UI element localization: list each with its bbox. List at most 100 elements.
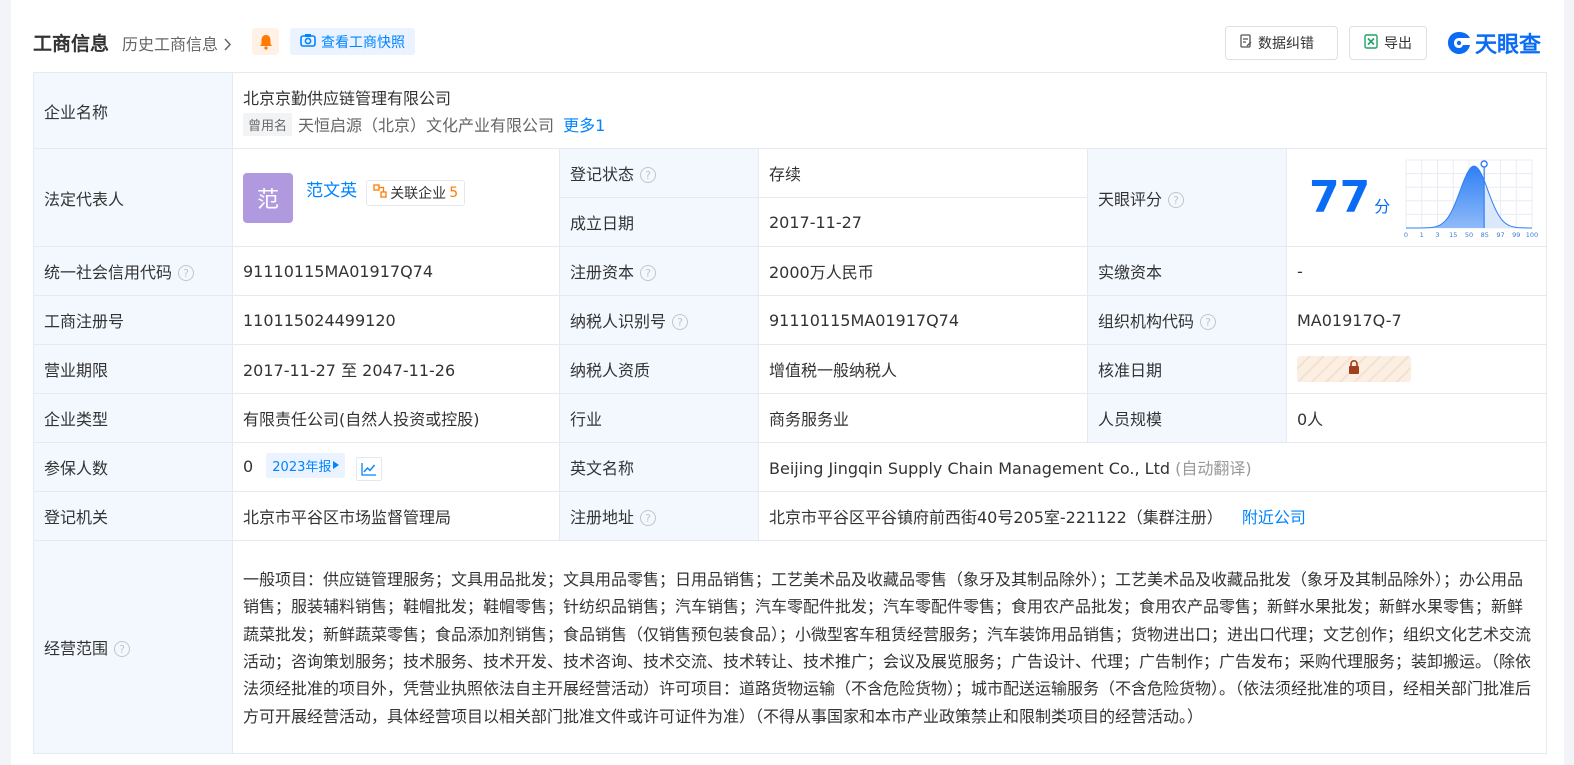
taxpayer-id-label-cell: 纳税人识别号?	[559, 295, 759, 345]
chart-score-point	[1480, 159, 1488, 168]
insured-cell: 0 2023年报	[232, 442, 560, 492]
trend-chart-icon[interactable]	[356, 457, 383, 481]
english-name-label: 英文名称	[559, 442, 759, 492]
score-distribution-chart: 0 1 3 15 50 85 97 99 100	[1404, 159, 1538, 239]
avatar[interactable]: 范	[243, 172, 293, 223]
credit-code-value: 91110115MA01917Q74	[232, 246, 560, 296]
insured-value: 0	[243, 457, 254, 476]
chart-tick-label: 0	[1404, 231, 1408, 239]
triangle-right-icon	[331, 458, 340, 473]
status-value: 存续	[758, 148, 1088, 198]
view-snapshot-button[interactable]: 查看工商快照	[290, 28, 415, 55]
related-companies-tag[interactable]: 关联企业 5	[366, 180, 466, 206]
relation-icon	[373, 184, 387, 202]
camera-icon	[300, 33, 316, 51]
table-row: 工商注册号 110115024499120 纳税人识别号? 91110115MA…	[33, 295, 1548, 345]
chart-tick-label: 50	[1465, 231, 1473, 239]
help-icon[interactable]: ?	[640, 167, 657, 183]
nearby-companies-link[interactable]: 附近公司	[1242, 508, 1306, 527]
auto-translate-note: (自动翻译)	[1175, 459, 1252, 478]
reg-number-label: 工商注册号	[33, 295, 233, 345]
taxpayer-id-value: 91110115MA01917Q74	[758, 295, 1088, 345]
company-name-cell: 北京京勤供应链管理有限公司 曾用名 天恒启源（北京）文化产业有限公司 更多1	[231, 72, 1548, 149]
table-row: 营业期限 2017-11-27 至 2047-11-26 纳税人资质 增值税一般…	[33, 344, 1548, 394]
score-unit: 分	[1374, 197, 1391, 216]
status-label-cell: 登记状态?	[559, 148, 759, 198]
help-icon[interactable]: ?	[1200, 314, 1217, 330]
scope-label-cell: 经营范围?	[33, 540, 233, 754]
help-icon[interactable]: ?	[1168, 191, 1185, 208]
former-name-tag: 曾用名	[243, 113, 293, 136]
help-icon[interactable]: ?	[672, 314, 689, 330]
taxpayer-id-label: 纳税人识别号	[570, 312, 667, 331]
reg-address-value: 北京市平谷区平谷镇府前西街40号205室-221122（集群注册）	[769, 508, 1223, 527]
reg-address-label: 注册地址	[570, 508, 635, 527]
org-code-label-cell: 组织机构代码?	[1087, 295, 1287, 345]
help-icon[interactable]: ?	[640, 510, 657, 526]
export-label: 导出	[1384, 36, 1412, 52]
org-code-value: MA01917Q-7	[1285, 295, 1548, 345]
chart-tick-label: 85	[1481, 231, 1489, 239]
history-info-link[interactable]: 历史工商信息	[122, 31, 232, 55]
bell-icon[interactable]	[252, 28, 279, 55]
score-label-cell: 天眼评分?	[1087, 148, 1287, 247]
right-scroll-rail[interactable]	[1564, 0, 1574, 765]
section-header: 工商信息 历史工商信息 查看工商快照 数据纠错 导出 天眼查	[33, 24, 1548, 64]
related-companies-label: 关联企业	[390, 186, 447, 202]
former-name-row: 曾用名 天恒启源（北京）文化产业有限公司 更多1	[243, 112, 1536, 136]
chart-tick-label: 1	[1420, 231, 1424, 239]
score-cell[interactable]: 77 分 0 1 3 15 50 85 97 99 100	[1285, 148, 1548, 247]
industry-label: 行业	[559, 393, 759, 443]
table-row: 登记机关 北京市平谷区市场监督管理局 注册地址? 北京市平谷区平谷镇府前西街40…	[33, 491, 1548, 541]
chart-tick-label: 3	[1435, 231, 1439, 239]
export-button[interactable]: 导出	[1349, 26, 1427, 60]
chart-area-score	[1406, 165, 1484, 228]
reg-address-label-cell: 注册地址?	[559, 491, 759, 541]
data-error-label: 数据纠错	[1258, 36, 1314, 52]
paid-capital-label: 实缴资本	[1087, 246, 1287, 296]
left-rail	[0, 0, 11, 765]
help-icon[interactable]: ?	[114, 641, 131, 657]
reg-capital-label-cell: 注册资本?	[559, 246, 759, 296]
business-info-table: 企业名称 北京京勤供应链管理有限公司 曾用名 天恒启源（北京）文化产业有限公司 更…	[33, 72, 1548, 754]
insured-label: 参保人数	[33, 442, 233, 492]
data-error-button[interactable]: 数据纠错	[1225, 26, 1338, 60]
chart-tick-label: 97	[1496, 231, 1504, 239]
legal-rep-name-link[interactable]: 范文英	[306, 181, 357, 201]
legal-rep-cell: 范 范文英 关联企业 5	[232, 148, 560, 247]
table-row: 参保人数 0 2023年报 英文名称 Beijing Jingqin Suppl…	[33, 442, 1548, 492]
paid-capital-value: -	[1285, 246, 1548, 296]
annual-report-label: 2023年报	[272, 460, 332, 475]
former-name: 天恒启源（北京）文化产业有限公司	[298, 116, 555, 135]
biz-term-value: 2017-11-27 至 2047-11-26	[232, 344, 560, 394]
staff-size-label: 人员规模	[1087, 393, 1287, 443]
more-former-names-link[interactable]: 更多1	[563, 116, 605, 135]
table-row: 企业类型 有限责任公司(自然人投资或控股) 行业 商务服务业 人员规模 0人	[33, 393, 1548, 443]
table-row: 法定代表人 范 范文英 关联企业 5 登记状态? 存续 天眼评分? 77 分 0…	[33, 148, 1548, 247]
tax-quality-value: 增值税一般纳税人	[758, 344, 1088, 394]
table-row: 统一社会信用代码? 91110115MA01917Q74 注册资本? 2000万…	[33, 246, 1548, 296]
chart-tick-label: 15	[1449, 231, 1457, 239]
reg-number-value: 110115024499120	[232, 295, 560, 345]
company-name-label: 企业名称	[33, 72, 233, 149]
tianyancha-logo: 天眼查	[1446, 26, 1541, 60]
staff-size-value: 0人	[1285, 393, 1548, 443]
history-info-label: 历史工商信息	[122, 35, 219, 54]
table-row: 企业名称 北京京勤供应链管理有限公司 曾用名 天恒启源（北京）文化产业有限公司 更…	[33, 72, 1548, 149]
help-icon[interactable]: ?	[178, 265, 195, 281]
related-companies-count: 5	[449, 185, 459, 201]
view-snapshot-label: 查看工商快照	[321, 34, 405, 51]
company-type-value: 有限责任公司(自然人投资或控股)	[232, 393, 560, 443]
help-icon[interactable]: ?	[640, 265, 657, 281]
chart-tick-label: 100	[1526, 231, 1538, 239]
tax-quality-label: 纳税人资质	[559, 344, 759, 394]
approval-date-cell	[1285, 344, 1548, 394]
company-type-label: 企业类型	[33, 393, 233, 443]
score-label: 天眼评分	[1098, 189, 1163, 209]
table-row: 经营范围? 一般项目：供应链管理服务；文具用品批发；文具用品零售；日用品销售；工…	[33, 540, 1548, 754]
logo-text: 天眼查	[1475, 33, 1542, 58]
scope-label: 经营范围	[44, 639, 109, 658]
annual-report-tag[interactable]: 2023年报	[266, 453, 346, 478]
locked-value-box[interactable]	[1297, 356, 1411, 382]
company-name: 北京京勤供应链管理有限公司	[243, 89, 452, 108]
